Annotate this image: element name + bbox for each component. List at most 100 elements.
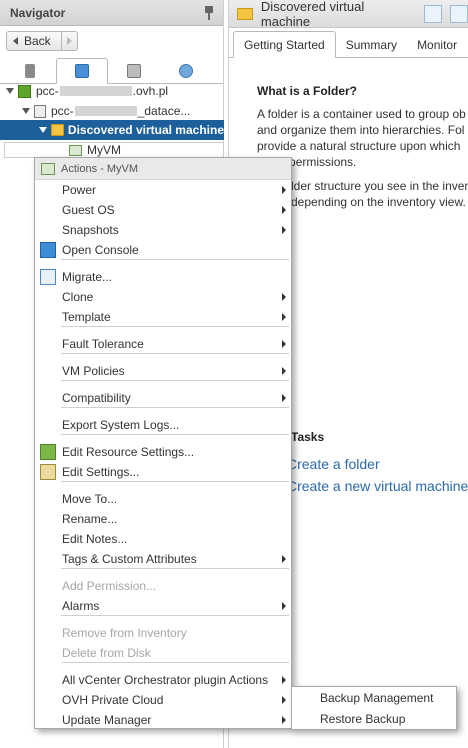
menu-separator bbox=[61, 662, 289, 663]
submenu-arrow-icon bbox=[282, 293, 286, 301]
navigator-tabs bbox=[0, 56, 223, 84]
tab-monitor[interactable]: Monitor bbox=[407, 33, 467, 57]
expand-icon[interactable] bbox=[6, 88, 14, 94]
menu-item-label: VM Policies bbox=[62, 364, 125, 378]
menu-item-all-vcenter-orchestrator-plugin-actions[interactable]: All vCenter Orchestrator plugin Actions bbox=[35, 670, 291, 690]
back-button[interactable]: Back bbox=[6, 31, 62, 51]
create-folder-link[interactable]: Create a folder bbox=[287, 456, 380, 472]
menu-item-power[interactable]: Power bbox=[35, 180, 291, 200]
datacenter-name-suffix: _datace... bbox=[137, 104, 191, 118]
menu-item-edit-settings[interactable]: Edit Settings... bbox=[35, 462, 291, 482]
menu-header: Actions - MyVM bbox=[35, 158, 291, 180]
menu-item-edit-resource-settings[interactable]: Edit Resource Settings... bbox=[35, 442, 291, 462]
menu-item-label: Power bbox=[62, 183, 97, 197]
menu-item-rename[interactable]: Rename... bbox=[35, 509, 291, 529]
menu-separator bbox=[61, 353, 289, 354]
menu-item-label: Edit Settings... bbox=[62, 465, 140, 479]
back-arrow-icon bbox=[13, 37, 18, 45]
network-icon bbox=[179, 64, 193, 78]
menu-item-label: Tags & Custom Attributes bbox=[62, 552, 197, 566]
tab-networking[interactable] bbox=[160, 59, 212, 83]
tree-item-vm[interactable]: MyVM bbox=[4, 142, 224, 158]
content-tabs: Getting Started Summary Monitor bbox=[229, 28, 468, 58]
expand-icon[interactable] bbox=[39, 127, 47, 133]
menu-separator bbox=[61, 380, 289, 381]
tree-item-datacenter[interactable]: pcc- _datace... bbox=[0, 101, 224, 121]
new-folder-action-icon[interactable] bbox=[450, 4, 468, 23]
menu-separator bbox=[61, 259, 289, 260]
menu-item-label: OVH Private Cloud bbox=[62, 693, 164, 707]
submenu-arrow-icon bbox=[282, 367, 286, 375]
storage-icon bbox=[127, 64, 141, 78]
menu-item-tags-custom-attributes[interactable]: Tags & Custom Attributes bbox=[35, 549, 291, 569]
history-nav: Back bbox=[0, 26, 223, 56]
menu-item-vm-policies[interactable]: VM Policies bbox=[35, 361, 291, 381]
menu-item-clone[interactable]: Clone bbox=[35, 287, 291, 307]
menu-item-export-system-logs[interactable]: Export System Logs... bbox=[35, 415, 291, 435]
submenu-arrow-icon bbox=[282, 555, 286, 563]
menu-item-label: Alarms bbox=[62, 599, 100, 613]
create-vm-link[interactable]: Create a new virtual machine bbox=[287, 478, 468, 494]
menu-item-add-permission: Add Permission... bbox=[35, 576, 291, 596]
folder-icon bbox=[237, 7, 253, 20]
tab-summary[interactable]: Summary bbox=[336, 33, 407, 57]
menu-item-snapshots[interactable]: Snapshots bbox=[35, 220, 291, 240]
menu-item-label: Export System Logs... bbox=[62, 418, 180, 432]
submenu-arrow-icon bbox=[282, 716, 286, 724]
restore-backup-item[interactable]: Restore Backup bbox=[292, 709, 456, 729]
menu-item-label: Fault Tolerance bbox=[62, 337, 144, 351]
menu-item-label: Rename... bbox=[62, 512, 118, 526]
body-line: and organize them into hierarchies. Fol bbox=[257, 123, 465, 137]
body-line: A folder is a container used to group ob bbox=[257, 107, 466, 121]
navigator-title: Navigator bbox=[10, 5, 66, 20]
menu-item-migrate[interactable]: Migrate... bbox=[35, 267, 291, 287]
edit-settings-icon bbox=[40, 464, 56, 480]
body-line: depending on the inventory view. bbox=[291, 195, 466, 209]
body-line: lder structure you see in the inven bbox=[291, 179, 468, 193]
menu-item-edit-notes[interactable]: Edit Notes... bbox=[35, 529, 291, 549]
vcenter-name-suffix: .ovh.pl bbox=[132, 84, 169, 98]
menu-item-ovh-private-cloud[interactable]: OVH Private Cloud bbox=[35, 690, 291, 710]
menu-item-label: Update Manager bbox=[62, 713, 152, 727]
menu-item-compatibility[interactable]: Compatibility bbox=[35, 388, 291, 408]
menu-item-label: Open Console bbox=[62, 243, 139, 257]
expand-icon[interactable] bbox=[22, 108, 30, 114]
tab-hosts-clusters[interactable] bbox=[4, 59, 56, 83]
ovh-private-cloud-submenu: Backup Management Restore Backup bbox=[291, 686, 457, 730]
menu-item-alarms[interactable]: Alarms bbox=[35, 596, 291, 616]
menu-item-guest-os[interactable]: Guest OS bbox=[35, 200, 291, 220]
menu-item-move-to[interactable]: Move To... bbox=[35, 489, 291, 509]
submenu-arrow-icon bbox=[282, 226, 286, 234]
menu-item-label: Delete from Disk bbox=[62, 646, 151, 660]
section-heading: What is a Folder? bbox=[257, 84, 358, 98]
console-icon bbox=[40, 242, 56, 258]
forward-button[interactable] bbox=[61, 31, 78, 51]
menu-item-template[interactable]: Template bbox=[35, 307, 291, 327]
menu-item-open-console[interactable]: Open Console bbox=[35, 240, 291, 260]
body-line: provide a natural structure upon which bbox=[257, 139, 461, 153]
menu-item-delete-from-disk: Delete from Disk bbox=[35, 643, 291, 663]
resource-settings-icon bbox=[40, 444, 56, 460]
new-vm-action-icon[interactable] bbox=[424, 4, 443, 23]
redacted-text bbox=[74, 106, 137, 116]
content-header: Discovered virtual machine bbox=[229, 0, 468, 29]
menu-item-remove-from-inventory: Remove from Inventory bbox=[35, 623, 291, 643]
vm-icon bbox=[41, 162, 55, 175]
hosts-icon bbox=[25, 64, 35, 78]
tree-item-folder[interactable]: Discovered virtual machine bbox=[0, 120, 224, 140]
navigator-header: Navigator bbox=[0, 0, 223, 26]
menu-item-fault-tolerance[interactable]: Fault Tolerance bbox=[35, 334, 291, 354]
vm-label: MyVM bbox=[87, 143, 121, 157]
menu-item-label: Remove from Inventory bbox=[62, 626, 187, 640]
context-menu: Actions - MyVM Power Guest OS Snapshots Ope… bbox=[34, 157, 292, 729]
backup-management-item[interactable]: Backup Management bbox=[292, 688, 456, 708]
submenu-arrow-icon bbox=[282, 340, 286, 348]
pin-icon[interactable] bbox=[203, 5, 215, 20]
tab-storage[interactable] bbox=[108, 59, 160, 83]
menu-item-update-manager[interactable]: Update Manager bbox=[35, 710, 291, 730]
tree-item-vcenter[interactable]: pcc- .ovh.pl bbox=[0, 81, 224, 101]
tab-getting-started[interactable]: Getting Started bbox=[233, 31, 336, 58]
menu-item-label: Edit Notes... bbox=[62, 532, 128, 546]
menu-separator bbox=[61, 481, 289, 482]
menu-item-label: Edit Resource Settings... bbox=[62, 445, 195, 459]
